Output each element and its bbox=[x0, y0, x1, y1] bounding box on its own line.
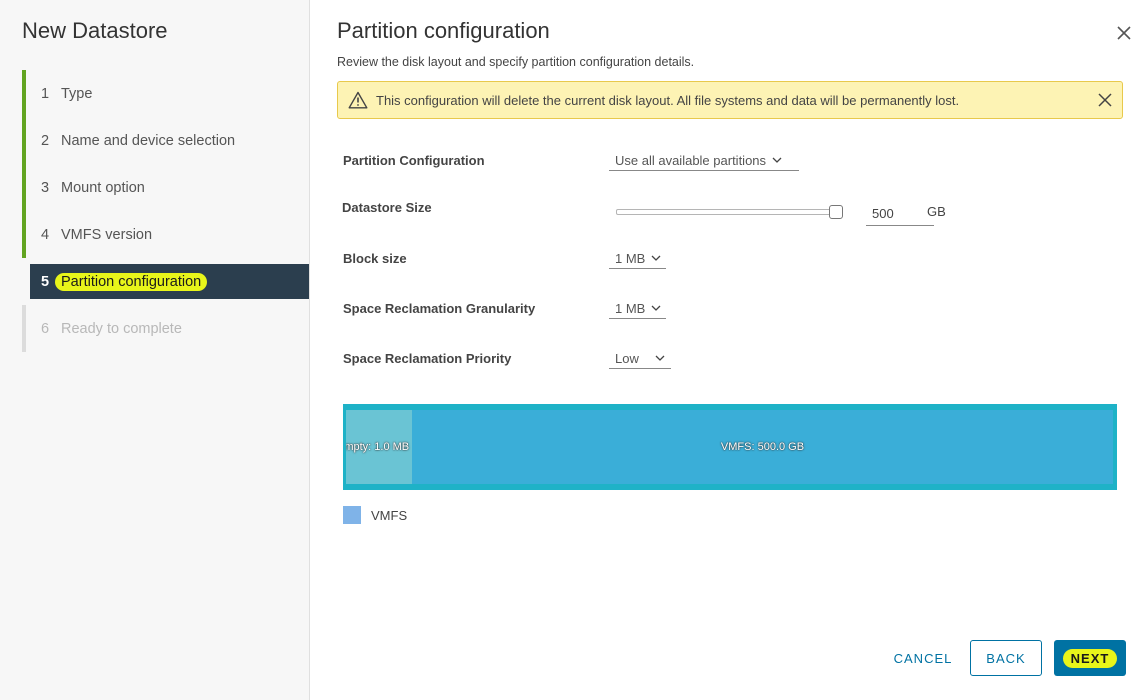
close-icon[interactable] bbox=[1115, 24, 1133, 42]
block-size-select[interactable]: 1 MB bbox=[609, 248, 666, 269]
reclamation-granularity-value: 1 MB bbox=[615, 300, 646, 316]
partition-config-label: Partition Configuration bbox=[343, 153, 485, 168]
step-vmfs-version[interactable]: 4 VMFS version bbox=[22, 211, 309, 258]
datastore-size-input[interactable] bbox=[866, 201, 934, 226]
page-title: Partition configuration bbox=[337, 18, 550, 43]
block-size-value: 1 MB bbox=[615, 250, 646, 266]
step-label: Ready to complete bbox=[61, 320, 182, 337]
step-mount-option[interactable]: 3 Mount option bbox=[22, 164, 309, 211]
warning-alert: This configuration will delete the curre… bbox=[337, 81, 1123, 119]
dismiss-alert-icon[interactable] bbox=[1097, 92, 1113, 108]
legend-swatch bbox=[343, 506, 361, 524]
reclamation-priority-value: Low bbox=[615, 350, 639, 366]
datastore-size-label: Datastore Size bbox=[342, 200, 432, 215]
step-number: 4 bbox=[41, 226, 50, 243]
wizard-title: New Datastore bbox=[22, 18, 168, 43]
step-label: Type bbox=[61, 85, 93, 102]
step-label: Partition configuration bbox=[55, 272, 208, 291]
step-number: 1 bbox=[41, 85, 50, 102]
step-number: 2 bbox=[41, 132, 50, 149]
empty-partition-label: Empty: 1.0 MB bbox=[346, 441, 410, 453]
step-name-device[interactable]: 2 Name and device selection bbox=[22, 117, 309, 164]
back-button[interactable]: BACK bbox=[970, 640, 1042, 676]
next-button[interactable]: NEXT bbox=[1054, 640, 1126, 676]
datastore-size-slider-track[interactable] bbox=[616, 209, 840, 215]
block-size-label: Block size bbox=[343, 251, 407, 266]
partition-config-select[interactable]: Use all available partitions bbox=[609, 150, 799, 171]
vmfs-partition-label: VMFS: 500.0 GB bbox=[720, 441, 805, 453]
datastore-size-unit: GB bbox=[927, 204, 946, 219]
disk-layout: Empty: 1.0 MB VMFS: 500.0 GB bbox=[343, 404, 1117, 490]
chevron-down-icon bbox=[651, 255, 661, 261]
step-partition-configuration[interactable]: 5 Partition configuration bbox=[30, 264, 309, 299]
step-ready-to-complete: 6 Ready to complete bbox=[22, 305, 309, 352]
step-label: VMFS version bbox=[61, 226, 153, 243]
page-subtitle: Review the disk layout and specify parti… bbox=[337, 55, 695, 69]
wizard-steps: 1 Type 2 Name and device selection 3 Mou… bbox=[22, 70, 309, 352]
chevron-down-icon bbox=[651, 305, 661, 311]
reclamation-priority-select[interactable]: Low bbox=[609, 348, 671, 369]
reclamation-granularity-label: Space Reclamation Granularity bbox=[343, 301, 536, 316]
next-button-label: NEXT bbox=[1062, 648, 1118, 668]
disk-partition-empty: Empty: 1.0 MB bbox=[346, 410, 412, 484]
reclamation-priority-label: Space Reclamation Priority bbox=[343, 351, 512, 366]
cancel-button[interactable]: CANCEL bbox=[883, 640, 963, 676]
legend-label: VMFS bbox=[371, 507, 408, 523]
datastore-size-slider-handle[interactable] bbox=[829, 205, 843, 219]
disk-partition-vmfs: VMFS: 500.0 GB bbox=[412, 410, 1113, 484]
chevron-down-icon bbox=[655, 355, 665, 361]
step-label: Name and device selection bbox=[61, 132, 236, 149]
step-type[interactable]: 1 Type bbox=[22, 70, 309, 117]
disk-legend: VMFS bbox=[343, 506, 407, 524]
step-label: Mount option bbox=[61, 179, 145, 196]
warning-icon bbox=[348, 91, 368, 109]
wizard-sidebar: New Datastore 1 Type 2 Name and device s… bbox=[0, 0, 310, 700]
reclamation-granularity-select[interactable]: 1 MB bbox=[609, 298, 666, 319]
step-number: 3 bbox=[41, 179, 50, 196]
wizard-content: Partition configuration Review the disk … bbox=[310, 0, 1147, 700]
chevron-down-icon bbox=[772, 157, 782, 163]
step-number: 6 bbox=[41, 320, 50, 337]
alert-text: This configuration will delete the curre… bbox=[376, 92, 960, 108]
partition-config-value: Use all available partitions bbox=[615, 152, 767, 168]
